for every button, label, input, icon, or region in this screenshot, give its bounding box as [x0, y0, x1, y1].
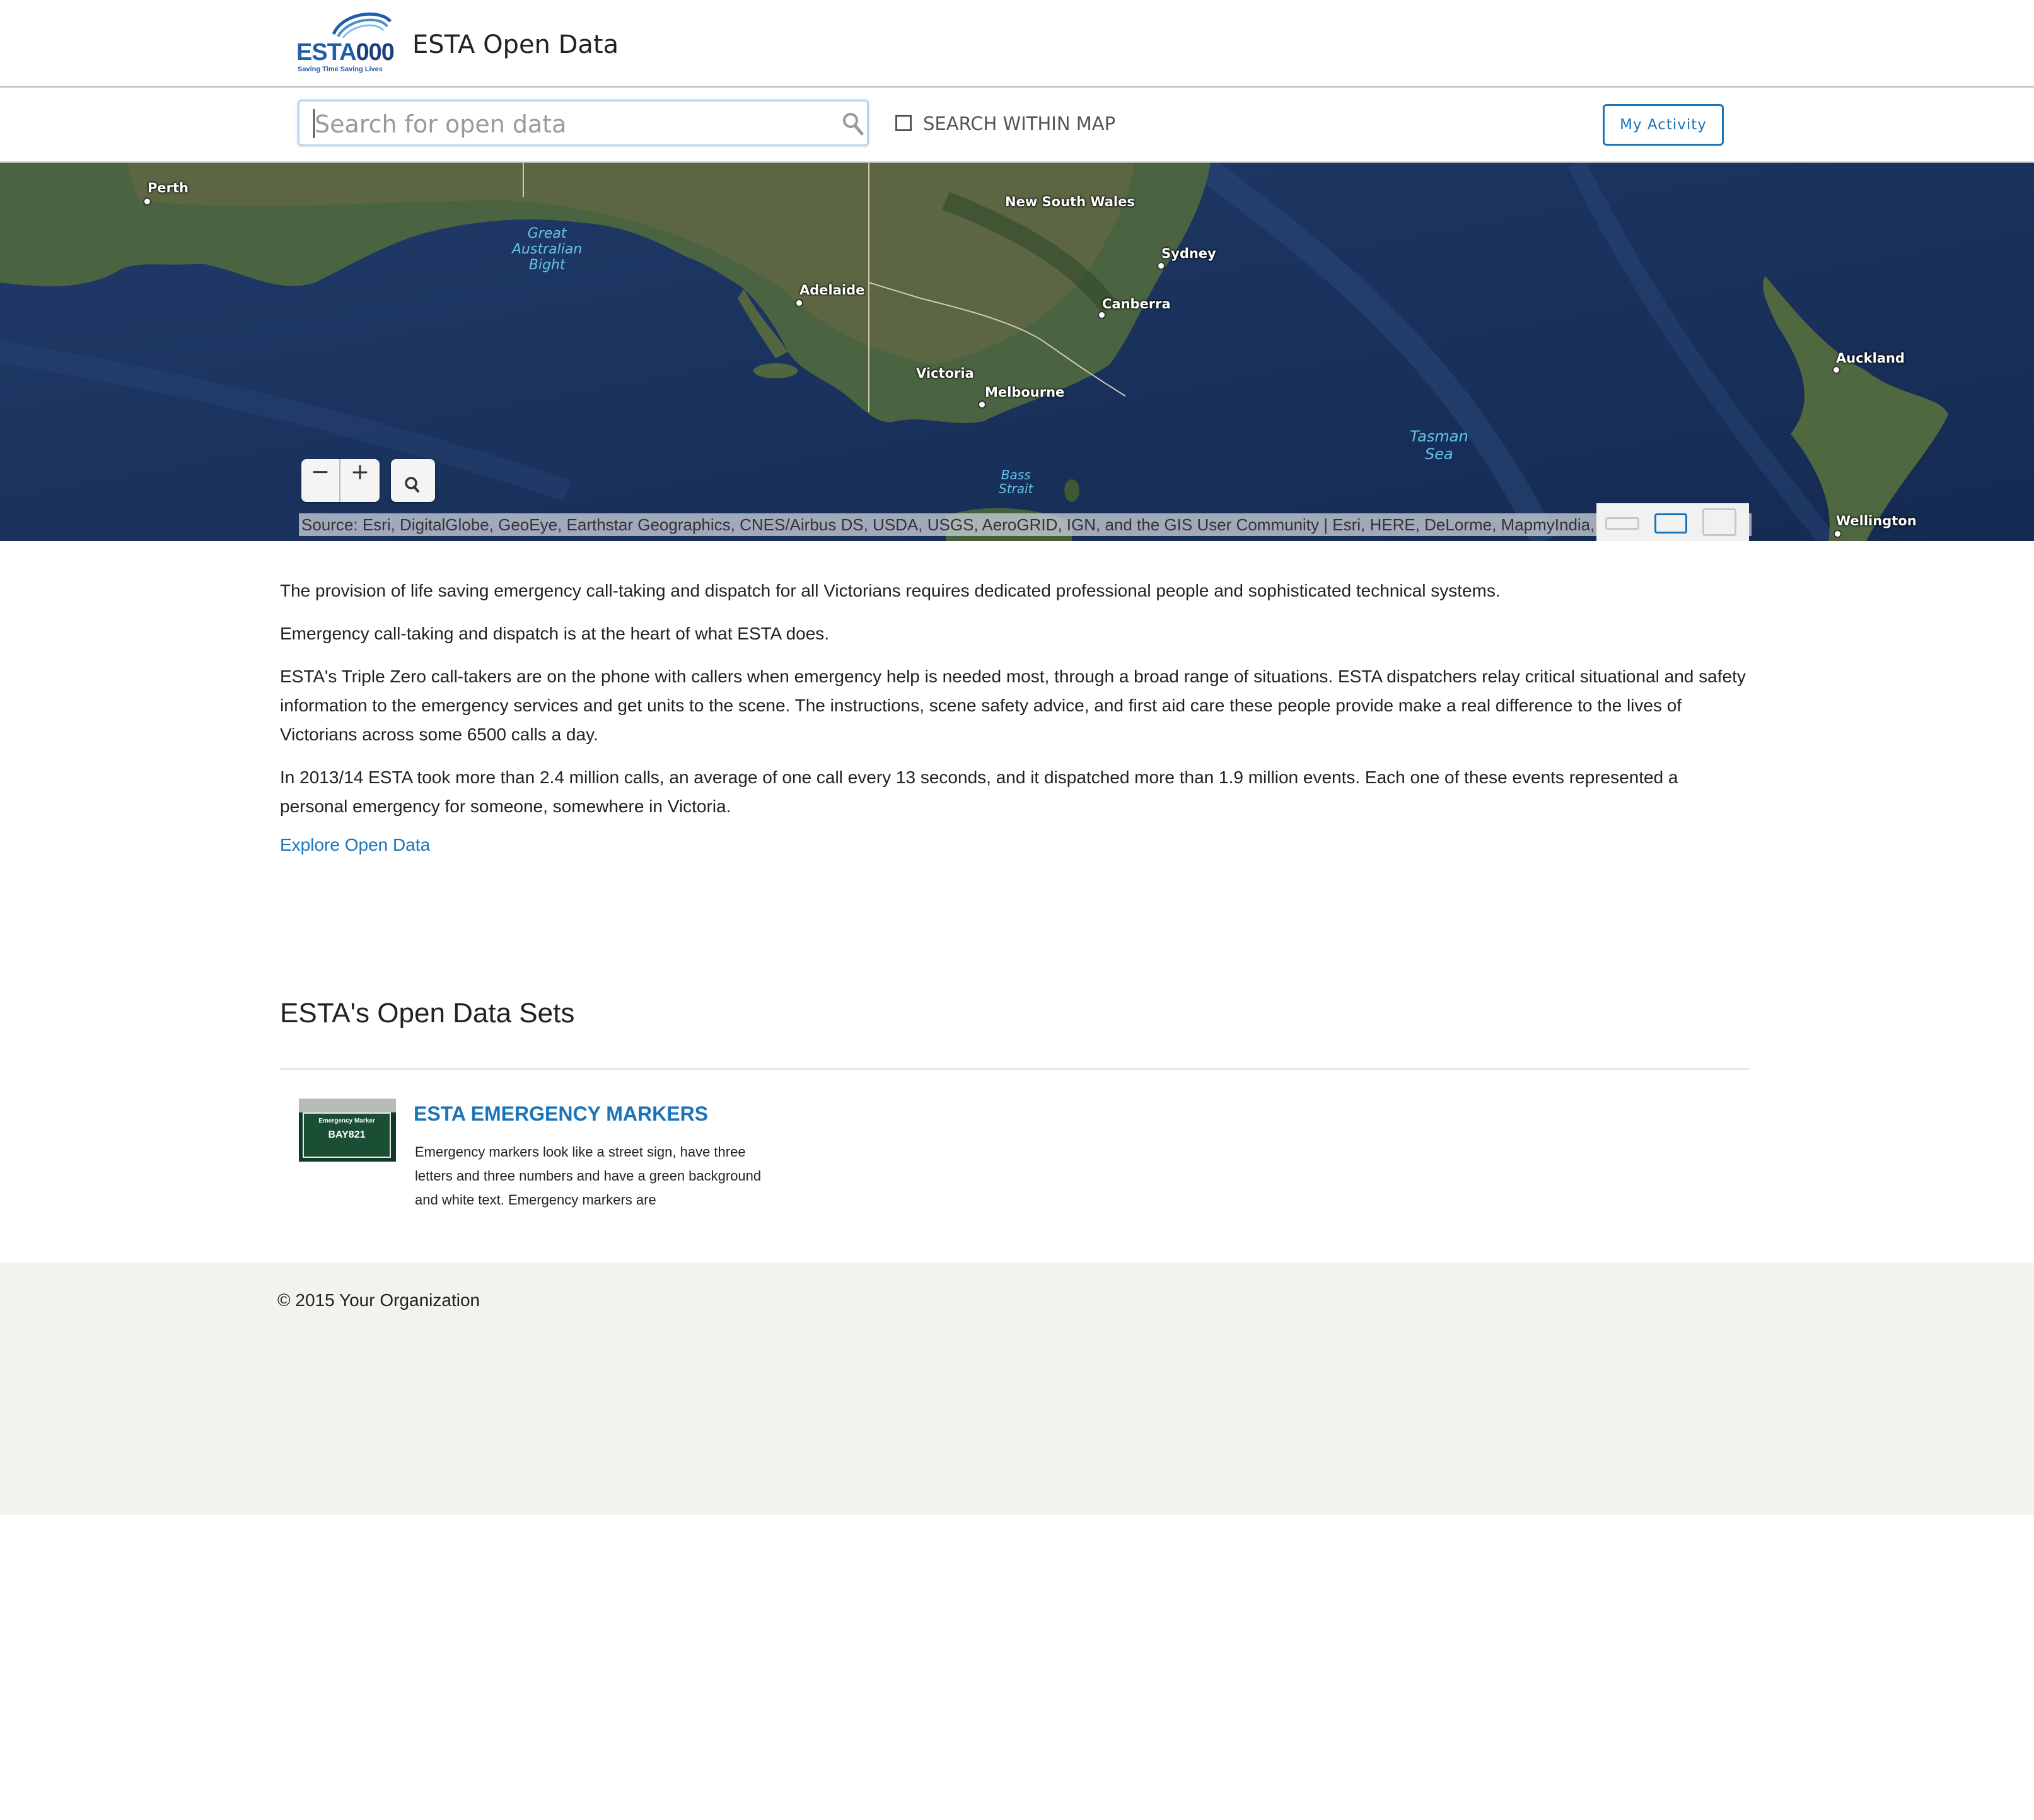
- logo-swoosh-icon: [332, 12, 392, 38]
- description-fade: [414, 1217, 628, 1230]
- dataset-thumbnail[interactable]: Emergency Marker BAY821: [299, 1099, 396, 1162]
- search-box[interactable]: [298, 100, 869, 146]
- intro-paragraph: Emergency call-taking and dispatch is at…: [280, 624, 830, 643]
- my-activity-button[interactable]: My Activity: [1603, 104, 1724, 146]
- map-label-perth: Perth: [148, 180, 189, 195]
- search-input[interactable]: [313, 108, 820, 141]
- map-label-great-australian-bight: Great Australian Bight: [512, 226, 583, 273]
- map-label-wellington: Wellington: [1836, 513, 1917, 528]
- zoom-out-button[interactable]: −: [301, 459, 340, 502]
- dataset-title-link[interactable]: ESTA EMERGENCY MARKERS: [414, 1102, 708, 1126]
- map-attribution: Source: Esri, DigitalGlobe, GeoEye, Eart…: [299, 513, 1752, 536]
- map-label-canberra: Canberra: [1102, 296, 1171, 312]
- basemap-option-imagery[interactable]: [1654, 513, 1687, 534]
- search-within-map-checkbox[interactable]: [895, 115, 912, 131]
- magnifier-icon: [405, 477, 419, 493]
- intro-paragraph: In 2013/14 ESTA took more than 2.4 milli…: [280, 767, 1678, 816]
- map-label-tasman-sea: Tasman Sea: [1410, 428, 1468, 463]
- basemap-option-topo[interactable]: [1702, 508, 1736, 536]
- map-label-new-south-wales: New South Wales: [1005, 194, 1135, 209]
- map-dot-melbourne: [978, 400, 986, 409]
- section-divider: [280, 1068, 1750, 1070]
- map-dot-canberra: [1098, 311, 1106, 319]
- map-label-bass-strait: Bass Strait: [999, 467, 1033, 496]
- basemap-option-streets[interactable]: [1605, 517, 1639, 530]
- map-label-victoria: Victoria: [916, 366, 974, 381]
- search-bar: SEARCH WITHIN MAP My Activity: [0, 88, 2034, 163]
- map-dot-adelaide: [795, 299, 803, 307]
- map-view[interactable]: Perth Great Australian Bight Adelaide Ne…: [0, 163, 2034, 541]
- map-label-sydney: Sydney: [1161, 246, 1216, 261]
- map-dot-sydney: [1157, 262, 1165, 270]
- search-icon[interactable]: [842, 112, 864, 137]
- site-title[interactable]: ESTA Open Data: [412, 30, 619, 59]
- intro-paragraph: The provision of life saving emergency c…: [280, 581, 1501, 600]
- map-label-melbourne: Melbourne: [985, 385, 1065, 400]
- zoom-controls: − +: [301, 459, 380, 502]
- basemap-toggle: [1596, 503, 1749, 541]
- intro-paragraph: ESTA's Triple Zero call-takers are on th…: [280, 667, 1746, 744]
- map-label-adelaide: Adelaide: [799, 283, 865, 298]
- map-dot-perth: [143, 197, 151, 206]
- text-caret: [313, 109, 315, 138]
- map-search-button[interactable]: [391, 459, 435, 502]
- logo-wordmark: ESTA000: [296, 39, 395, 66]
- thumbnail-heading: Emergency Marker: [318, 1117, 375, 1124]
- map-label-auckland: Auckland: [1836, 351, 1905, 366]
- logo-tagline: Saving Time Saving Lives: [298, 66, 383, 73]
- datasets-section-title: ESTA's Open Data Sets: [280, 998, 575, 1029]
- search-within-map-label[interactable]: SEARCH WITHIN MAP: [923, 113, 1115, 134]
- intro-content: The provision of life saving emergency c…: [280, 576, 1749, 855]
- esta-logo[interactable]: ESTA000 Saving Time Saving Lives: [293, 8, 396, 76]
- dataset-description: Emergency markers look like a street sig…: [415, 1144, 762, 1208]
- map-dot-auckland: [1832, 366, 1840, 374]
- zoom-in-button[interactable]: +: [340, 459, 380, 502]
- map-dot-wellington: [1834, 530, 1842, 538]
- copyright-text: © 2015 Your Organization: [277, 1290, 480, 1310]
- site-header: ESTA000 Saving Time Saving Lives ESTA Op…: [0, 0, 2034, 88]
- site-footer: © 2015 Your Organization: [0, 1263, 2034, 1515]
- thumbnail-code: BAY821: [328, 1129, 366, 1140]
- explore-open-data-link[interactable]: Explore Open Data: [280, 835, 430, 855]
